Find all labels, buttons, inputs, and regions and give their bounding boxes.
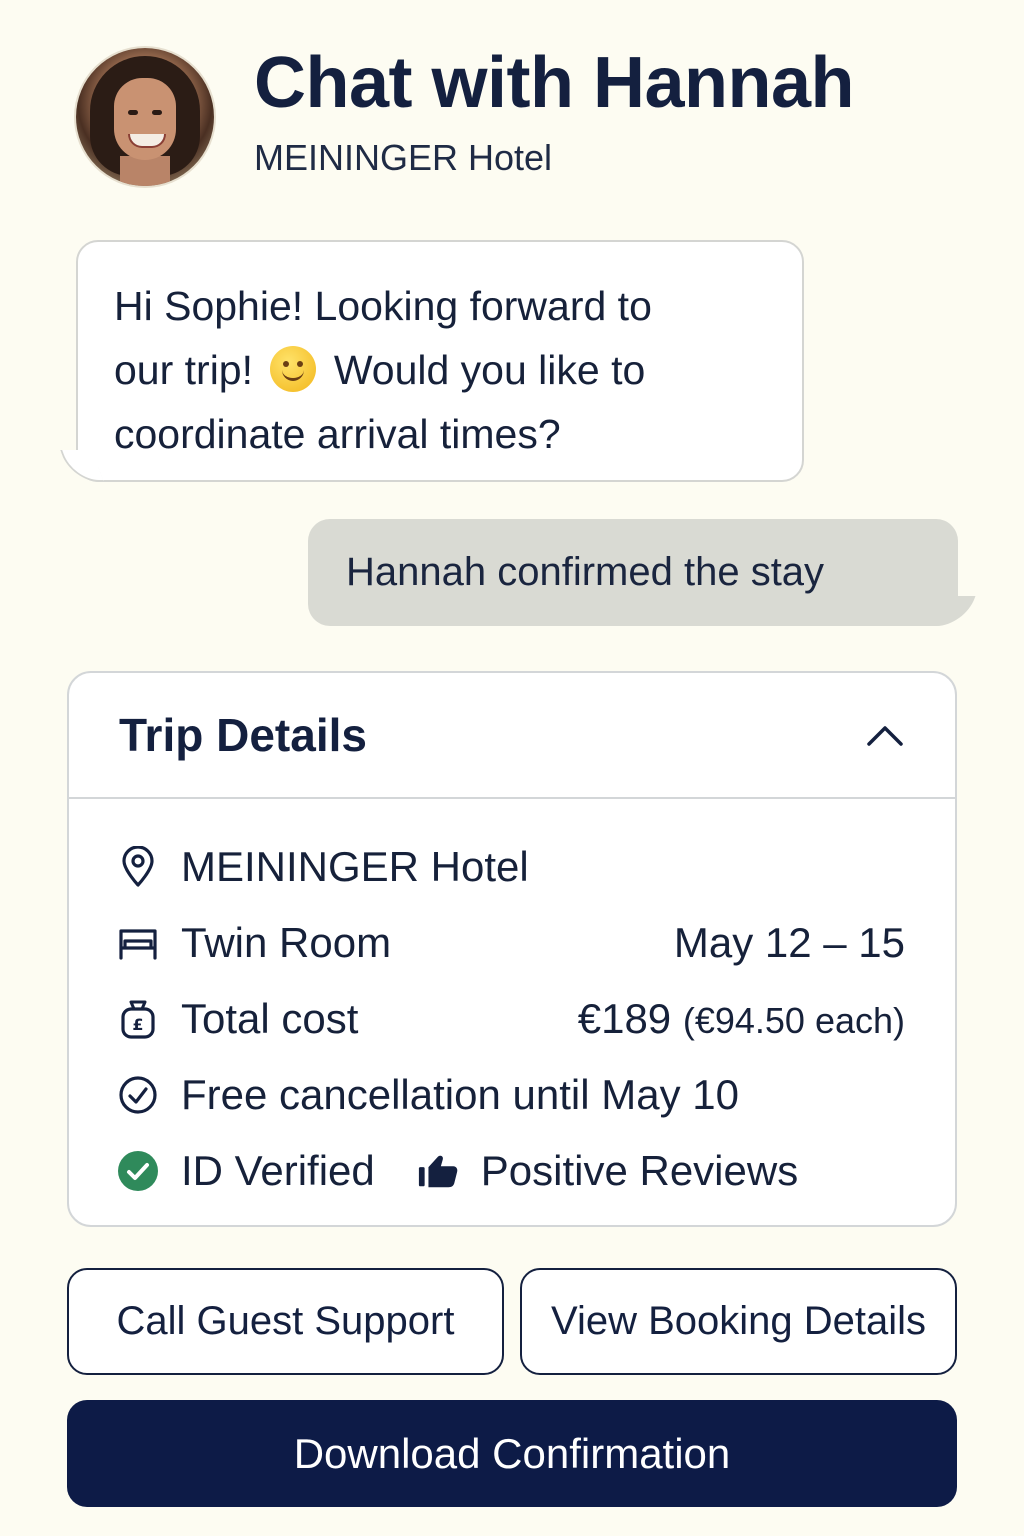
trip-details-title: Trip Details (119, 709, 367, 761)
cancellation-row: Free cancellation until May 10 (117, 1057, 905, 1133)
trip-details-card: Trip Details MEININGER Hotel Twin Room M… (67, 671, 957, 1227)
download-confirmation-button[interactable]: Download Confirmation (67, 1400, 957, 1507)
header-titles: Chat with Hannah MEININGER Hotel (254, 47, 855, 179)
stay-dates: May 12 – 15 (673, 919, 905, 966)
cost-per-person: (€94.50 each) (682, 1000, 905, 1041)
message-text: Hannah confirmed the stay (346, 550, 825, 594)
hotel-name: MEININGER Hotel (254, 137, 553, 178)
money-bag-icon: £ (117, 998, 159, 1040)
incoming-message: Hi Sophie! Looking forward to our trip! … (60, 240, 804, 482)
room-type: Twin Room (181, 919, 392, 966)
svg-text:£: £ (132, 1015, 143, 1034)
id-verified-badge: ID Verified (181, 1147, 375, 1194)
message-line: our trip! Would you like to (114, 338, 766, 402)
check-circle-icon (117, 1074, 159, 1116)
hotel-row: MEININGER Hotel (117, 829, 905, 905)
chat-header: Chat with Hannah MEININGER Hotel (76, 47, 855, 186)
view-booking-details-button[interactable]: View Booking Details (520, 1268, 957, 1375)
thumbs-up-icon (417, 1150, 459, 1192)
chevron-up-icon[interactable] (865, 715, 905, 755)
message-line: Hi Sophie! Looking forward to (114, 283, 652, 329)
outgoing-message: Hannah confirmed the stay (308, 519, 976, 626)
cost-value: €189 (577, 995, 672, 1042)
trip-details-header[interactable]: Trip Details (69, 673, 955, 799)
bed-icon (117, 922, 159, 964)
cost-value-group: €189 (€94.50 each) (578, 995, 905, 1043)
verified-check-icon (117, 1150, 159, 1192)
location-pin-icon (117, 846, 159, 888)
call-guest-support-button[interactable]: Call Guest Support (67, 1268, 504, 1375)
room-row: Twin Room May 12 – 15 (117, 905, 905, 981)
cancellation-text: Free cancellation until May 10 (181, 1071, 739, 1118)
positive-reviews-badge: Positive Reviews (480, 1147, 799, 1194)
message-text: Would you like to (333, 347, 646, 393)
hotel-text: MEININGER Hotel (181, 843, 529, 890)
cost-label: Total cost (181, 995, 359, 1042)
message-text: our trip! (114, 347, 253, 393)
smiley-emoji-icon (270, 346, 317, 392)
cost-row: £ Total cost €189 (€94.50 each) (117, 981, 905, 1057)
message-line: coordinate arrival times? (114, 411, 561, 457)
page-title: Chat with Hannah (254, 43, 855, 123)
bubble-tail (934, 596, 976, 626)
bubble-tail (60, 450, 104, 482)
avatar[interactable] (76, 48, 214, 186)
badges-row: ID Verified Positive Reviews (117, 1133, 905, 1209)
